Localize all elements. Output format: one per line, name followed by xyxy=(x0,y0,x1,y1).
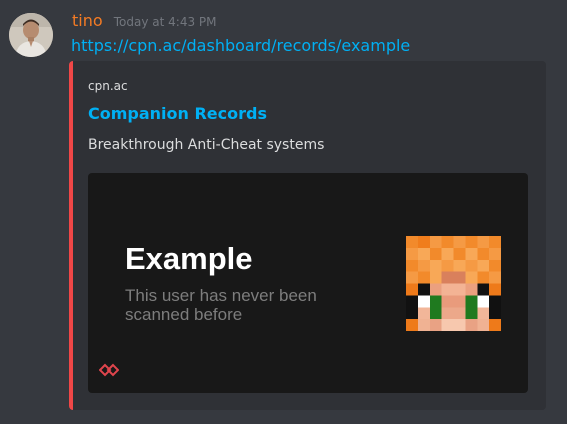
card-heading: Example xyxy=(125,241,253,276)
timestamp[interactable]: Today at 4:43 PM xyxy=(114,15,217,29)
embed-title[interactable]: Companion Records xyxy=(88,104,267,123)
user-avatar[interactable] xyxy=(9,13,53,57)
embed-image[interactable]: Example This user has never been scanned… xyxy=(88,173,528,393)
minecraft-skin-face-icon xyxy=(406,236,501,331)
embed-accent-bar xyxy=(69,61,73,410)
link-embed: cpn.ac Companion Records Breakthrough An… xyxy=(69,61,546,410)
card-subtext: This user has never been scanned before xyxy=(125,286,317,324)
embed-provider[interactable]: cpn.ac xyxy=(88,79,128,93)
embed-description: Breakthrough Anti-Cheat systems xyxy=(88,137,325,153)
message-header: tino Today at 4:43 PM xyxy=(72,11,217,30)
avatar-image xyxy=(9,13,53,57)
companion-logo-icon xyxy=(99,363,119,377)
username[interactable]: tino xyxy=(72,11,103,30)
message-link[interactable]: https://cpn.ac/dashboard/records/example xyxy=(71,36,410,55)
chat-message: tino Today at 4:43 PM https://cpn.ac/das… xyxy=(0,0,567,424)
